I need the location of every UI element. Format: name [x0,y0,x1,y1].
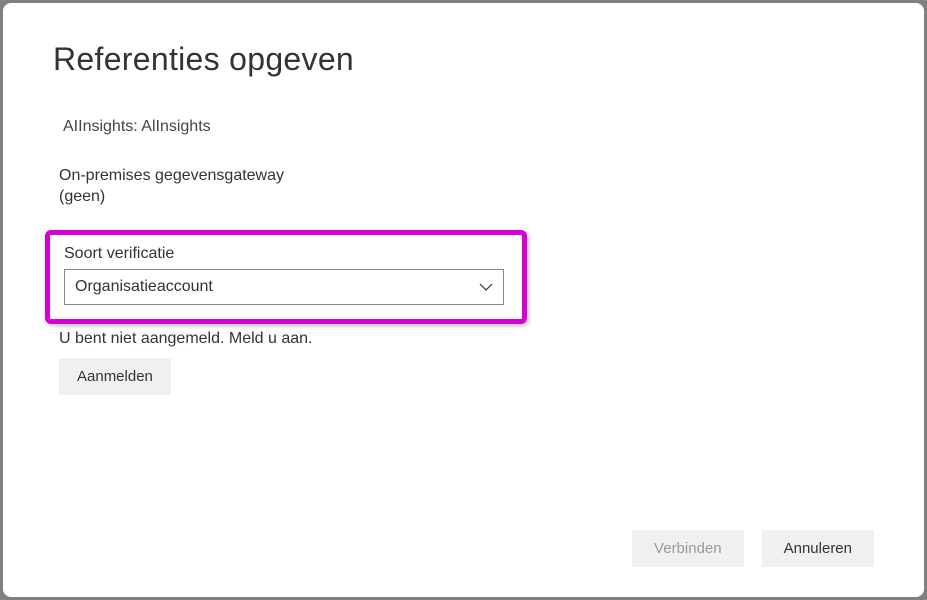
gateway-value: (geen) [59,188,874,206]
cancel-button[interactable]: Annuleren [762,530,874,567]
auth-type-select[interactable]: Organisatieaccount [64,269,504,305]
connect-button[interactable]: Verbinden [632,530,744,567]
dialog-title: Referenties opgeven [53,41,874,78]
signin-status-text: U bent niet aangemeld. Meld u aan. [59,330,874,348]
auth-type-selected-value: Organisatieaccount [75,278,213,296]
gateway-label: On-premises gegevensgateway [59,164,874,188]
datasource-label: AIInsights: AlInsights [63,118,874,136]
dialog-content: AIInsights: AlInsights On-premises gegev… [53,118,874,530]
auth-type-label: Soort verificatie [64,245,504,263]
auth-highlight-box: Soort verificatie Organisatieaccount [45,230,527,324]
signin-button[interactable]: Aanmelden [59,358,171,395]
dialog-footer: Verbinden Annuleren [53,530,874,567]
auth-type-select-wrap: Organisatieaccount [64,269,504,305]
credentials-dialog: Referenties opgeven AIInsights: AlInsigh… [3,3,924,597]
